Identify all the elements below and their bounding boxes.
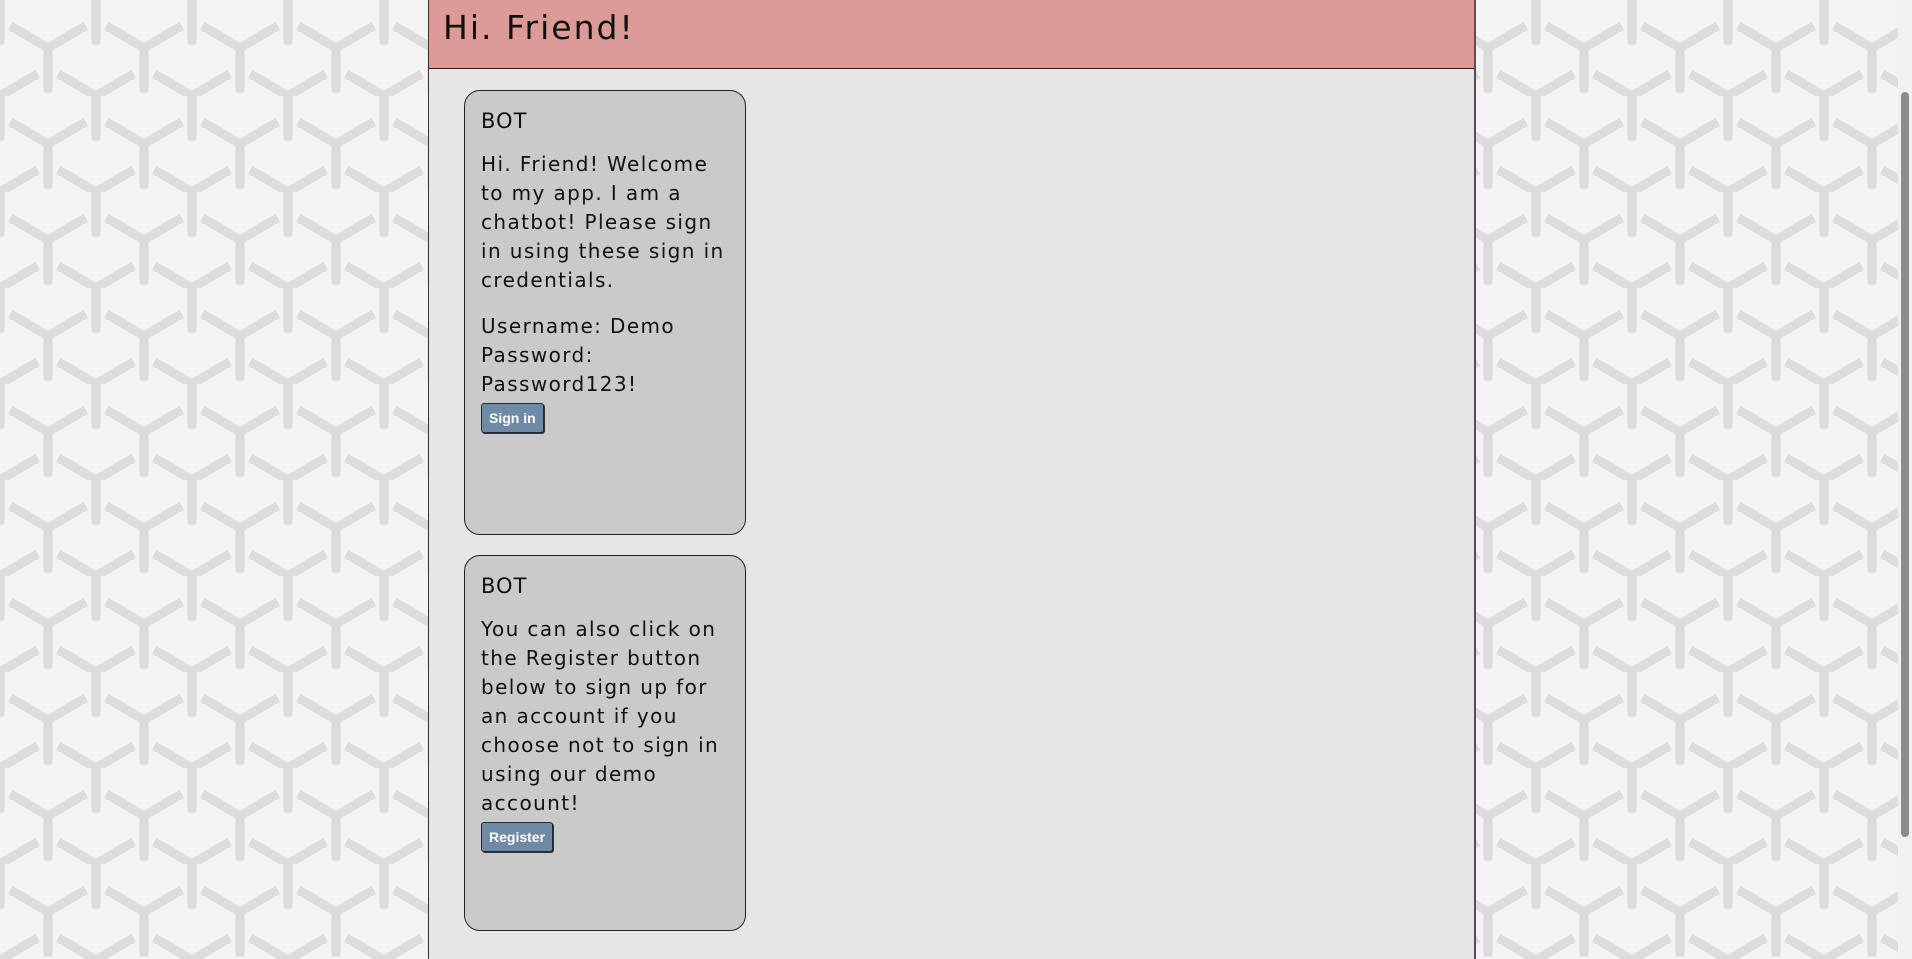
page-title: Hi. Friend! xyxy=(443,8,635,47)
message-text: You can also click on the Register butto… xyxy=(481,617,720,815)
message-sender: BOT xyxy=(481,574,528,598)
page-scrollbar[interactable] xyxy=(1898,0,1912,959)
scrollbar-thumb[interactable] xyxy=(1901,92,1909,837)
message-text: Hi. Friend! Welcome to my app. I am a ch… xyxy=(481,152,725,292)
bot-message-register: BOT You can also click on the Register b… xyxy=(464,555,746,931)
chat-app: Hi. Friend! BOT Hi. Friend! Welcome to m… xyxy=(428,0,1476,959)
sign-in-button[interactable]: Sign in xyxy=(481,403,544,433)
credentials-text: Username: Demo Password: Password123! xyxy=(481,314,676,396)
app-header: Hi. Friend! xyxy=(429,0,1474,69)
register-button[interactable]: Register xyxy=(481,822,554,852)
message-sender: BOT xyxy=(481,109,528,133)
bot-message-signin: BOT Hi. Friend! Welcome to my app. I am … xyxy=(464,90,746,535)
